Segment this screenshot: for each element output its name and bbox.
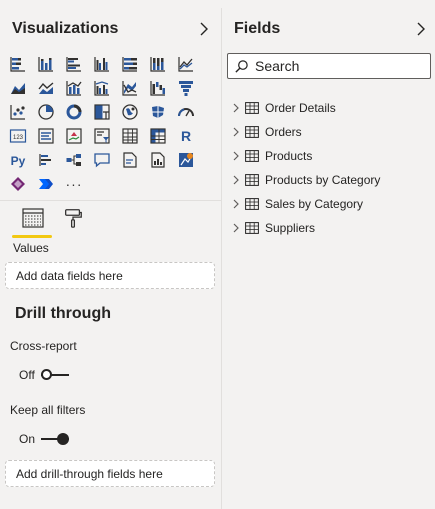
visualizations-pane: Visualizations 123 R Py ··· Values Add d… <box>0 8 222 509</box>
visualizations-title: Visualizations <box>12 20 119 37</box>
drill-through-title: Drill through <box>15 305 111 322</box>
expand-chevron-icon[interactable] <box>231 150 241 162</box>
pie-chart-icon[interactable] <box>32 100 60 124</box>
slicer-icon[interactable] <box>88 124 116 148</box>
search-placeholder: Search <box>255 58 300 74</box>
stacked-column-chart-icon[interactable] <box>32 52 60 76</box>
field-table-label: Products by Category <box>265 173 381 187</box>
field-table-order-details[interactable]: Order Details <box>231 98 336 118</box>
svg-text:Py: Py <box>11 154 26 168</box>
format-paint-roller-icon[interactable] <box>61 206 85 230</box>
clustered-bar-chart-icon[interactable] <box>60 52 88 76</box>
field-table-products[interactable]: Products <box>231 146 312 166</box>
field-table-label: Sales by Category <box>265 197 364 211</box>
keep-all-filters-state: On <box>19 432 36 446</box>
scatter-chart-icon[interactable] <box>4 100 32 124</box>
expand-chevron-icon[interactable] <box>231 102 241 114</box>
fields-tab-icon[interactable] <box>21 206 45 230</box>
power-automate-icon[interactable] <box>32 172 60 196</box>
search-input[interactable]: Search <box>227 53 431 79</box>
field-table-orders[interactable]: Orders <box>231 122 302 142</box>
ribbon-chart-icon[interactable] <box>116 76 144 100</box>
field-table-sales-by-category[interactable]: Sales by Category <box>231 194 363 214</box>
filled-map-icon[interactable] <box>144 100 172 124</box>
values-label: Values <box>13 241 49 255</box>
top-strip <box>0 0 435 8</box>
cross-report-label: Cross-report <box>10 339 77 353</box>
collapse-chevron-icon[interactable] <box>199 22 209 36</box>
area-chart-icon[interactable] <box>4 76 32 100</box>
search-icon <box>235 59 248 73</box>
decomposition-tree-icon[interactable] <box>60 148 88 172</box>
r-script-visual-icon[interactable]: R <box>172 124 200 148</box>
table-icon <box>245 222 259 234</box>
active-tab-indicator <box>12 235 52 238</box>
paginated-report-icon[interactable] <box>144 148 172 172</box>
field-table-label: Order Details <box>265 101 336 115</box>
line-and-clustered-column-chart-icon[interactable] <box>88 76 116 100</box>
stacked-bar-chart-icon[interactable] <box>4 52 32 76</box>
python-visual-icon[interactable]: Py <box>4 148 32 172</box>
100-stacked-bar-chart-icon[interactable] <box>116 52 144 76</box>
table-icon <box>245 174 259 186</box>
table-icon[interactable] <box>116 124 144 148</box>
smart-narrative-icon[interactable] <box>116 148 144 172</box>
field-table-label: Suppliers <box>265 221 316 235</box>
table-icon <box>245 126 259 138</box>
cross-report-state: Off <box>19 368 35 382</box>
visual-tab-bar <box>0 200 222 240</box>
expand-chevron-icon[interactable] <box>231 198 241 210</box>
toggle-off-switch[interactable] <box>40 369 69 381</box>
map-icon[interactable] <box>116 100 144 124</box>
field-table-label: Orders <box>265 125 302 139</box>
visual-icon-grid: 123 R Py ··· <box>4 52 200 196</box>
funnel-chart-icon[interactable] <box>172 76 200 100</box>
table-icon <box>245 150 259 162</box>
key-influencers-icon[interactable] <box>32 148 60 172</box>
expand-chevron-icon[interactable] <box>231 126 241 138</box>
kpi-icon[interactable] <box>60 124 88 148</box>
field-table-suppliers[interactable]: Suppliers <box>231 218 315 238</box>
keep-all-filters-label: Keep all filters <box>10 403 86 417</box>
values-well[interactable]: Add data fields here <box>5 262 215 289</box>
fields-pane: Fields Search Order Details Orders Produ… <box>223 8 435 509</box>
gauge-icon[interactable] <box>172 100 200 124</box>
matrix-icon[interactable] <box>144 124 172 148</box>
toggle-on-switch[interactable] <box>41 433 70 445</box>
visual-icon-row <box>4 100 200 124</box>
multi-row-card-icon[interactable] <box>32 124 60 148</box>
collapse-fields-chevron-icon[interactable] <box>416 22 426 36</box>
table-icon <box>245 102 259 114</box>
drill-through-well[interactable]: Add drill-through fields here <box>5 460 215 487</box>
table-icon <box>245 198 259 210</box>
waterfall-chart-icon[interactable] <box>144 76 172 100</box>
qa-visual-icon[interactable] <box>88 148 116 172</box>
keep-all-filters-toggle[interactable]: On <box>19 432 70 446</box>
svg-text:123: 123 <box>13 135 24 141</box>
visual-icon-row: ··· <box>4 172 200 196</box>
visual-icon-row <box>4 76 200 100</box>
arcgis-map-icon[interactable] <box>172 148 200 172</box>
card-icon[interactable]: 123 <box>4 124 32 148</box>
visual-icon-row <box>4 52 200 76</box>
power-apps-icon[interactable] <box>4 172 32 196</box>
cross-report-toggle[interactable]: Off <box>19 368 69 382</box>
visual-icon-row: 123 R <box>4 124 200 148</box>
fields-title: Fields <box>234 20 281 37</box>
line-and-stacked-column-chart-icon[interactable] <box>60 76 88 100</box>
svg-text:R: R <box>181 128 191 144</box>
field-table-label: Products <box>265 149 313 163</box>
expand-chevron-icon[interactable] <box>231 174 241 186</box>
field-table-products-by-category[interactable]: Products by Category <box>231 170 380 190</box>
stacked-area-chart-icon[interactable] <box>32 76 60 100</box>
clustered-column-chart-icon[interactable] <box>88 52 116 76</box>
treemap-icon[interactable] <box>88 100 116 124</box>
donut-chart-icon[interactable] <box>60 100 88 124</box>
more-visuals-icon[interactable]: ··· <box>60 172 88 196</box>
100-stacked-column-chart-icon[interactable] <box>144 52 172 76</box>
visual-icon-row: Py <box>4 148 200 172</box>
expand-chevron-icon[interactable] <box>231 222 241 234</box>
line-chart-icon[interactable] <box>172 52 200 76</box>
